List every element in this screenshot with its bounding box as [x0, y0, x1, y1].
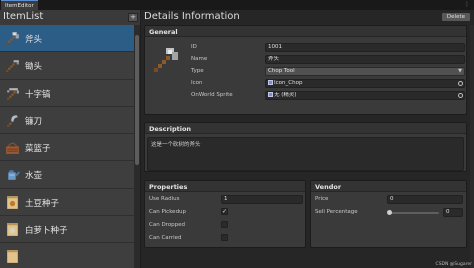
description-section: Description 这是一个砍树的斧头	[144, 122, 467, 172]
list-item-label: 白萝卜种子	[25, 226, 68, 237]
onworld-sprite-field[interactable]: 无 (精灵)	[265, 91, 465, 100]
id-label: ID	[191, 44, 197, 50]
can-carried-checkbox[interactable]	[221, 234, 228, 241]
description-section-title: Description	[149, 125, 192, 133]
can-pickedup-checkbox[interactable]: ✓	[221, 208, 228, 215]
sell-percentage-field[interactable]: 0	[443, 208, 463, 217]
general-section: General ID 1001 Name 斧头 Type Chop Tool ▼…	[144, 25, 467, 115]
use-radius-label: Use Radius	[149, 196, 180, 202]
kebab-menu-icon[interactable]: ⋮	[464, 1, 470, 9]
list-item[interactable]: 水壶	[0, 161, 134, 189]
list-item-label: 十字镐	[25, 89, 51, 100]
list-item-label: 土豆种子	[25, 198, 60, 209]
seed-bag-icon	[7, 223, 18, 236]
general-section-header: General	[145, 26, 466, 37]
description-textarea[interactable]: 这是一个砍树的斧头	[147, 137, 464, 171]
list-item[interactable]	[0, 243, 134, 268]
list-item-label: 斧头	[25, 35, 43, 45]
details-panel: Details Information Delete General ID 10…	[141, 10, 474, 268]
object-picker-icon[interactable]	[458, 81, 463, 86]
seed-bag-icon	[7, 195, 18, 209]
vendor-section-title: Vendor	[315, 183, 342, 191]
axe-icon	[154, 48, 178, 72]
chevron-down-icon: ▼	[458, 68, 462, 74]
id-field[interactable]: 1001	[265, 43, 465, 52]
can-pickedup-label: Can Pickedup	[149, 209, 187, 215]
axe-icon	[6, 32, 19, 45]
details-scrollbar[interactable]	[470, 25, 474, 268]
description-section-header: Description	[145, 123, 466, 134]
hoe-icon	[6, 60, 19, 73]
name-field[interactable]: 斧头	[265, 55, 465, 64]
can-dropped-label: Can Dropped	[149, 222, 186, 228]
item-list-panel: ItemList + 斧头 锄头 十字镐 镰刀 菜篮子 水壶 土豆种子 白萝卜种…	[0, 10, 140, 268]
general-section-title: General	[149, 28, 178, 36]
sell-percentage-label: Sell Percentage	[315, 209, 358, 215]
sprite-asset-icon	[268, 80, 273, 85]
list-item[interactable]: 菜篮子	[0, 134, 134, 162]
pickaxe-icon	[7, 87, 19, 100]
vendor-section: Vendor Price 0 Sell Percentage 0	[310, 180, 467, 248]
item-list-scrollbar[interactable]	[134, 25, 140, 268]
properties-section: Properties Use Radius 1 Can Pickedup ✓ C…	[144, 180, 306, 248]
list-item[interactable]: 白萝卜种子	[0, 216, 134, 244]
window-titlebar: ItemEditor ⋮	[0, 0, 474, 10]
name-label: Name	[191, 56, 208, 62]
price-field[interactable]: 0	[387, 195, 463, 204]
sell-percentage-slider[interactable]	[389, 212, 439, 214]
list-item[interactable]: 镰刀	[0, 106, 134, 135]
list-item-label: 菜篮子	[25, 144, 51, 155]
vendor-section-header: Vendor	[311, 181, 466, 192]
icon-object-field[interactable]: Icon_Chop	[265, 79, 465, 88]
list-item-label: 镰刀	[25, 116, 43, 127]
list-item[interactable]: 锄头	[0, 52, 134, 80]
object-picker-icon[interactable]	[458, 93, 463, 98]
details-title: Details Information	[144, 11, 240, 22]
add-item-button[interactable]: +	[128, 13, 138, 22]
seed-bag-icon	[7, 250, 18, 264]
item-list-header: ItemList +	[0, 10, 140, 25]
item-list-title: ItemList	[3, 11, 44, 22]
properties-section-header: Properties	[145, 181, 305, 192]
list-item[interactable]: 斧头	[0, 25, 134, 53]
basket-icon	[6, 142, 19, 155]
list-item[interactable]: 十字镐	[0, 79, 134, 107]
sell-percentage-slider-knob[interactable]	[387, 210, 392, 215]
icon-object-value: Icon_Chop	[274, 80, 303, 86]
list-item-label: 水壶	[25, 171, 43, 182]
sickle-icon	[7, 115, 18, 127]
sprite-asset-icon	[268, 92, 273, 97]
onworld-sprite-value: 无 (精灵)	[274, 92, 297, 98]
list-item-label: 锄头	[25, 62, 43, 73]
item-list-scrollbar-thumb[interactable]	[135, 35, 139, 165]
item-list: 斧头 锄头 十字镐 镰刀 菜篮子 水壶 土豆种子 白萝卜种子	[0, 25, 134, 268]
price-label: Price	[315, 196, 329, 202]
window-tab[interactable]: ItemEditor	[1, 0, 38, 10]
use-radius-field[interactable]: 1	[221, 195, 303, 204]
delete-button[interactable]: Delete	[440, 12, 471, 22]
watermark: CSDN @Sugarer	[435, 262, 472, 267]
type-dropdown-value: Chop Tool	[268, 68, 295, 74]
watering-can-icon	[8, 170, 20, 181]
can-dropped-checkbox[interactable]	[221, 221, 228, 228]
type-label: Type	[191, 68, 204, 74]
icon-label: Icon	[191, 80, 203, 86]
type-dropdown[interactable]: Chop Tool ▼	[265, 67, 465, 76]
properties-section-title: Properties	[149, 183, 188, 191]
can-carried-label: Can Carried	[149, 235, 182, 241]
onworld-sprite-label: OnWorld Sprite	[191, 92, 233, 98]
list-item[interactable]: 土豆种子	[0, 188, 134, 217]
